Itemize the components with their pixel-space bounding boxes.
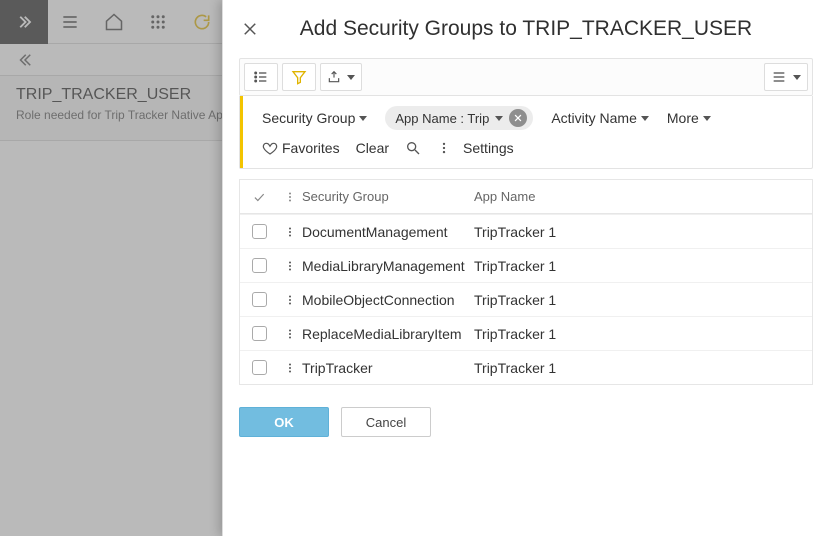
settings-label: Settings bbox=[463, 140, 514, 156]
cell-app-name: TripTracker 1 bbox=[474, 292, 812, 308]
cell-security-group: MobileObjectConnection bbox=[302, 292, 474, 308]
ok-button[interactable]: OK bbox=[239, 407, 329, 437]
view-options-button[interactable] bbox=[764, 63, 808, 91]
filter-security-group[interactable]: Security Group bbox=[262, 110, 367, 126]
column-header-app[interactable]: App Name bbox=[474, 189, 812, 204]
filter-more[interactable]: More bbox=[667, 110, 711, 126]
chip-label: App Name : Trip bbox=[395, 111, 489, 126]
row-checkbox[interactable] bbox=[252, 292, 267, 307]
more-vertical-icon bbox=[437, 140, 451, 156]
more-vertical-icon bbox=[284, 190, 296, 204]
chip-remove-icon[interactable] bbox=[509, 109, 527, 127]
add-security-groups-dialog: Add Security Groups to TRIP_TRACKER_USER bbox=[222, 0, 829, 536]
cell-app-name: TripTracker 1 bbox=[474, 360, 812, 376]
dialog-title: Add Security Groups to TRIP_TRACKER_USER bbox=[261, 17, 813, 41]
cancel-button[interactable]: Cancel bbox=[341, 407, 431, 437]
filter-label: More bbox=[667, 110, 699, 126]
search-button[interactable] bbox=[405, 140, 421, 156]
row-menu[interactable] bbox=[278, 327, 302, 341]
row-checkbox[interactable] bbox=[252, 224, 267, 239]
cell-security-group: DocumentManagement bbox=[302, 224, 474, 240]
dialog-header: Add Security Groups to TRIP_TRACKER_USER bbox=[223, 0, 829, 58]
chevron-down-icon bbox=[793, 75, 801, 80]
row-checkbox[interactable] bbox=[252, 326, 267, 341]
table-row: TripTracker TripTracker 1 bbox=[240, 350, 812, 384]
table-row: MobileObjectConnection TripTracker 1 bbox=[240, 282, 812, 316]
chevron-down-icon bbox=[641, 116, 649, 121]
cell-security-group: ReplaceMediaLibraryItem bbox=[302, 326, 474, 342]
list-view-button[interactable] bbox=[244, 63, 278, 91]
row-menu[interactable] bbox=[278, 259, 302, 273]
row-checkbox[interactable] bbox=[252, 258, 267, 273]
search-icon bbox=[405, 140, 421, 156]
column-header-sg[interactable]: Security Group bbox=[302, 189, 474, 204]
row-menu[interactable] bbox=[278, 225, 302, 239]
close-icon[interactable] bbox=[239, 18, 261, 40]
row-menu[interactable] bbox=[278, 361, 302, 375]
row-menu[interactable] bbox=[278, 293, 302, 307]
chevron-down-icon bbox=[347, 75, 355, 80]
row-checkbox[interactable] bbox=[252, 360, 267, 375]
filter-label: Activity Name bbox=[551, 110, 637, 126]
table-row: ReplaceMediaLibraryItem TripTracker 1 bbox=[240, 316, 812, 350]
filter-button[interactable] bbox=[282, 63, 316, 91]
chevron-down-icon bbox=[359, 116, 367, 121]
clear-filters-link[interactable]: Clear bbox=[356, 140, 389, 156]
cell-security-group: MediaLibraryManagement bbox=[302, 258, 474, 274]
row-menu-header[interactable] bbox=[278, 190, 302, 204]
cell-app-name: TripTracker 1 bbox=[474, 326, 812, 342]
filter-chip-app-name[interactable]: App Name : Trip bbox=[385, 106, 533, 130]
results-table: Security Group App Name DocumentManageme… bbox=[239, 179, 813, 385]
select-all-header[interactable] bbox=[240, 190, 278, 204]
favorites-label: Favorites bbox=[282, 140, 340, 156]
favorites-link[interactable]: Favorites bbox=[262, 140, 340, 156]
filter-activity-name[interactable]: Activity Name bbox=[551, 110, 649, 126]
check-icon bbox=[252, 190, 266, 204]
clear-label: Clear bbox=[356, 140, 389, 156]
table-row: DocumentManagement TripTracker 1 bbox=[240, 214, 812, 248]
cell-app-name: TripTracker 1 bbox=[474, 258, 812, 274]
table-row: MediaLibraryManagement TripTracker 1 bbox=[240, 248, 812, 282]
settings-link[interactable]: Settings bbox=[437, 140, 514, 156]
filter-label: Security Group bbox=[262, 110, 355, 126]
table-header: Security Group App Name bbox=[240, 180, 812, 214]
export-button[interactable] bbox=[320, 63, 362, 91]
cell-security-group: TripTracker bbox=[302, 360, 474, 376]
dialog-buttons: OK Cancel bbox=[239, 407, 813, 437]
list-toolbar bbox=[239, 58, 813, 96]
heart-icon bbox=[262, 140, 278, 156]
chevron-down-icon bbox=[495, 116, 503, 121]
chevron-down-icon bbox=[703, 116, 711, 121]
filter-panel: Security Group App Name : Trip Activity … bbox=[239, 96, 813, 169]
cell-app-name: TripTracker 1 bbox=[474, 224, 812, 240]
